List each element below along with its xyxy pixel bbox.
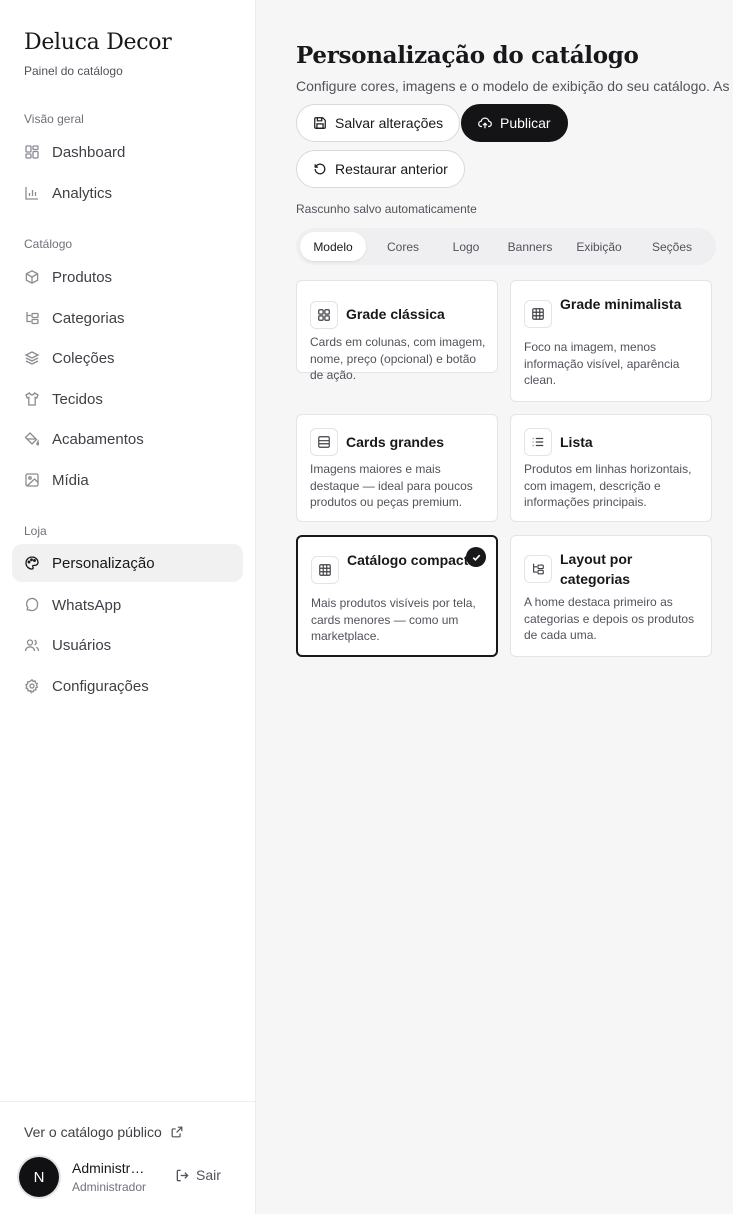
- layout-card-grade-minimalista[interactable]: Grade minimalista Foco na imagem, menos …: [510, 280, 712, 402]
- paint-bucket-icon: [24, 431, 40, 447]
- brand-name: Deluca Decor: [24, 30, 172, 55]
- sidebar-item-configuracoes[interactable]: Configurações: [12, 667, 243, 705]
- sidebar-item-personalizacao[interactable]: Personalização: [12, 544, 243, 582]
- tab-exibicao[interactable]: Exibição: [566, 232, 632, 261]
- sidebar: Deluca Decor Painel do catálogo Visão ge…: [0, 0, 256, 1214]
- user-role: Administrador: [72, 1180, 147, 1194]
- chat-bubble-icon: [24, 597, 40, 613]
- user-name: Administrador: [72, 1160, 152, 1176]
- selected-check-icon: [466, 547, 486, 567]
- sidebar-item-analytics[interactable]: Analytics: [12, 174, 243, 212]
- sidebar-item-label: WhatsApp: [52, 596, 122, 614]
- layout-card-title: Lista: [560, 434, 593, 450]
- layout-card-catalogo-compacto[interactable]: Catálogo compacto Mais produtos visíveis…: [296, 535, 498, 657]
- nav-section-label: Catálogo: [24, 237, 73, 251]
- save-icon: [313, 116, 327, 130]
- autosave-status: Rascunho salvo automaticamente: [296, 202, 477, 216]
- layout-card-description: Foco na imagem, menos informação visível…: [524, 340, 680, 387]
- sidebar-item-label: Personalização: [52, 554, 155, 572]
- layout-card-description: A home destaca primeiro as categorias e …: [524, 595, 695, 642]
- sidebar-item-label: Categorias: [52, 309, 125, 327]
- sidebar-item-whatsapp[interactable]: WhatsApp: [12, 586, 243, 624]
- publish-button[interactable]: Publicar: [461, 104, 568, 142]
- dashboard-icon: [24, 144, 40, 160]
- tab-secoes[interactable]: Seções: [636, 232, 708, 261]
- page-description: Configure cores, imagens e o modelo de e…: [296, 78, 733, 94]
- sidebar-item-label: Configurações: [52, 677, 149, 695]
- sidebar-item-tecidos[interactable]: Tecidos: [12, 380, 243, 418]
- sidebar-item-dashboard[interactable]: Dashboard: [12, 133, 243, 171]
- sidebar-item-label: Usuários: [52, 636, 112, 654]
- sidebar-item-colecoes[interactable]: Coleções: [12, 339, 243, 377]
- sidebar-item-usuarios[interactable]: Usuários: [12, 626, 243, 664]
- restore-button[interactable]: Restaurar anterior: [296, 150, 465, 188]
- layout-card-title: Grade clássica: [346, 306, 445, 322]
- gear-icon: [24, 678, 40, 694]
- sidebar-item-acabamentos[interactable]: Acabamentos: [12, 420, 243, 458]
- logout-button[interactable]: Sair: [175, 1167, 221, 1183]
- brand-subtitle: Painel do catálogo: [24, 64, 123, 78]
- sidebar-item-label: Coleções: [52, 349, 115, 367]
- grid-3x3-icon: [524, 300, 552, 328]
- sidebar-item-label: Dashboard: [52, 143, 126, 161]
- nav-section-label: Visão geral: [24, 112, 84, 126]
- folder-tree-icon: [24, 310, 40, 326]
- layout-card-grade-classica[interactable]: Grade clássica Cards em colunas, com ima…: [296, 280, 498, 382]
- layout-card-lista[interactable]: Lista Produtos em linhas horizontais, co…: [510, 414, 712, 522]
- list-icon: [524, 428, 552, 456]
- tab-banners[interactable]: Banners: [498, 232, 562, 261]
- sidebar-item-categorias[interactable]: Categorias: [12, 299, 243, 337]
- tab-cores[interactable]: Cores: [372, 232, 434, 261]
- logout-icon: [175, 1168, 190, 1183]
- public-catalog-link-label: Ver o catálogo público: [24, 1124, 162, 1140]
- sidebar-item-label: Acabamentos: [52, 430, 144, 448]
- external-link-icon: [170, 1125, 184, 1139]
- large-card-icon: [310, 428, 338, 456]
- sidebar-item-label: Tecidos: [52, 390, 103, 408]
- rotate-ccw-icon: [313, 162, 327, 176]
- publish-button-label: Publicar: [500, 115, 551, 131]
- shirt-icon: [24, 391, 40, 407]
- layout-card-description: Imagens maiores e mais destaque — ideal …: [310, 462, 473, 509]
- sidebar-item-label: Mídia: [52, 471, 89, 489]
- save-button[interactable]: Salvar alterações: [296, 104, 461, 142]
- layout-card-description: Cards em colunas, com imagem, nome, preç…: [310, 335, 486, 382]
- restore-button-label: Restaurar anterior: [335, 161, 448, 177]
- main-content: Personalização do catálogo Configure cor…: [256, 0, 733, 1214]
- layout-card-title: Layout por categorias: [560, 551, 633, 587]
- users-icon: [24, 637, 40, 653]
- layout-card-cards-grandes[interactable]: Cards grandes Imagens maiores e mais des…: [296, 414, 498, 522]
- sidebar-item-label: Analytics: [52, 184, 113, 202]
- layout-card-layout-por-categorias[interactable]: Layout por categorias A home destaca pri…: [510, 535, 712, 657]
- analytics-icon: [24, 185, 40, 201]
- tab-modelo[interactable]: Modelo: [300, 232, 366, 261]
- grid-2x2-icon: [310, 301, 338, 329]
- save-button-label: Salvar alterações: [335, 115, 444, 131]
- tab-bar: Modelo Cores Logo Banners Exibição Seçõe…: [296, 228, 716, 265]
- folder-tree-icon: [524, 555, 552, 583]
- layout-card-description: Mais produtos visíveis por tela, cards m…: [311, 596, 476, 643]
- public-catalog-link[interactable]: Ver o catálogo público: [24, 1124, 184, 1140]
- layers-icon: [24, 350, 40, 366]
- box-icon: [24, 269, 40, 285]
- nav-section-label: Loja: [24, 524, 47, 538]
- tab-logo[interactable]: Logo: [438, 232, 494, 261]
- sidebar-item-label: Produtos: [52, 268, 113, 286]
- palette-icon: [24, 555, 40, 571]
- sidebar-item-produtos[interactable]: Produtos: [12, 258, 243, 296]
- logout-label: Sair: [196, 1167, 221, 1183]
- grid-3x3-icon: [311, 556, 339, 584]
- page-title: Personalização do catálogo: [296, 42, 639, 69]
- avatar[interactable]: N: [19, 1157, 59, 1197]
- layout-card-description: Produtos em linhas horizontais, com imag…: [524, 462, 692, 509]
- sidebar-item-midia[interactable]: Mídia: [12, 461, 243, 499]
- cloud-upload-icon: [478, 116, 492, 130]
- image-icon: [24, 472, 40, 488]
- layout-card-title: Grade minimalista: [560, 296, 682, 312]
- layout-card-title: Cards grandes: [346, 434, 445, 450]
- sidebar-footer-divider: [0, 1101, 255, 1102]
